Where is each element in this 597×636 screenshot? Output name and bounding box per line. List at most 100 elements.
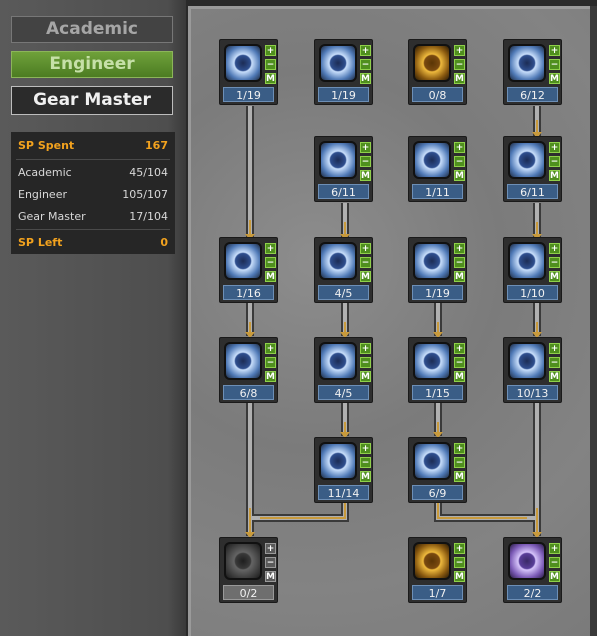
skill-max-button[interactable]: M bbox=[454, 170, 465, 181]
skill-plus-button[interactable]: + bbox=[360, 343, 371, 354]
skill-minus-button[interactable]: − bbox=[265, 357, 276, 368]
skill-node[interactable]: + − M 1/7 bbox=[408, 537, 467, 603]
skill-icon[interactable] bbox=[224, 542, 262, 580]
skill-plus-button[interactable]: + bbox=[454, 142, 465, 153]
skill-minus-button[interactable]: − bbox=[265, 557, 276, 568]
skill-plus-button[interactable]: + bbox=[549, 243, 560, 254]
skill-node[interactable]: + − M 1/15 bbox=[408, 337, 467, 403]
skill-max-button[interactable]: M bbox=[360, 271, 371, 282]
skill-node[interactable]: + − M 6/9 bbox=[408, 437, 467, 503]
skill-node[interactable]: + − M 6/11 bbox=[503, 136, 562, 202]
skill-plus-button[interactable]: + bbox=[549, 343, 560, 354]
skill-icon[interactable] bbox=[508, 542, 546, 580]
skill-icon[interactable] bbox=[413, 44, 451, 82]
skill-plus-button[interactable]: + bbox=[454, 243, 465, 254]
skill-node[interactable]: + − M 10/13 bbox=[503, 337, 562, 403]
skill-minus-button[interactable]: − bbox=[549, 59, 560, 70]
skill-icon[interactable] bbox=[319, 342, 357, 380]
skill-icon[interactable] bbox=[413, 442, 451, 480]
skill-max-button[interactable]: M bbox=[549, 271, 560, 282]
skill-plus-button[interactable]: + bbox=[360, 142, 371, 153]
skill-minus-button[interactable]: − bbox=[454, 156, 465, 167]
skill-max-button[interactable]: M bbox=[549, 170, 560, 181]
skill-icon[interactable] bbox=[413, 342, 451, 380]
skill-max-button[interactable]: M bbox=[549, 571, 560, 582]
skill-minus-button[interactable]: − bbox=[454, 257, 465, 268]
skill-node[interactable]: + − M 0/8 bbox=[408, 39, 467, 105]
skill-node[interactable]: + − M 4/5 bbox=[314, 337, 373, 403]
skill-minus-button[interactable]: − bbox=[454, 457, 465, 468]
skill-max-button[interactable]: M bbox=[360, 471, 371, 482]
skill-icon[interactable] bbox=[319, 442, 357, 480]
skill-plus-button[interactable]: + bbox=[360, 45, 371, 56]
skill-plus-button[interactable]: + bbox=[265, 343, 276, 354]
skill-max-button[interactable]: M bbox=[360, 170, 371, 181]
skill-icon[interactable] bbox=[413, 141, 451, 179]
skill-node[interactable]: + − M 4/5 bbox=[314, 237, 373, 303]
skill-max-button[interactable]: M bbox=[549, 371, 560, 382]
skill-minus-button[interactable]: − bbox=[549, 156, 560, 167]
skill-max-button[interactable]: M bbox=[454, 271, 465, 282]
skill-max-button[interactable]: M bbox=[265, 73, 276, 84]
skill-plus-button[interactable]: + bbox=[549, 45, 560, 56]
skill-max-button[interactable]: M bbox=[265, 371, 276, 382]
skill-max-button[interactable]: M bbox=[360, 73, 371, 84]
skill-plus-button[interactable]: + bbox=[549, 543, 560, 554]
skill-icon[interactable] bbox=[319, 141, 357, 179]
skill-minus-button[interactable]: − bbox=[360, 257, 371, 268]
skill-plus-button[interactable]: + bbox=[454, 343, 465, 354]
skill-minus-button[interactable]: − bbox=[454, 59, 465, 70]
skill-max-button[interactable]: M bbox=[454, 571, 465, 582]
skill-icon[interactable] bbox=[413, 542, 451, 580]
skill-plus-button[interactable]: + bbox=[549, 142, 560, 153]
skill-node[interactable]: + − M 1/11 bbox=[408, 136, 467, 202]
skill-icon[interactable] bbox=[319, 44, 357, 82]
skill-icon[interactable] bbox=[508, 342, 546, 380]
skill-icon[interactable] bbox=[224, 44, 262, 82]
skill-plus-button[interactable]: + bbox=[454, 443, 465, 454]
skill-max-button[interactable]: M bbox=[454, 371, 465, 382]
skill-max-button[interactable]: M bbox=[265, 571, 276, 582]
skill-minus-button[interactable]: − bbox=[454, 357, 465, 368]
skill-minus-button[interactable]: − bbox=[265, 257, 276, 268]
skill-minus-button[interactable]: − bbox=[549, 557, 560, 568]
skill-minus-button[interactable]: − bbox=[360, 156, 371, 167]
skill-plus-button[interactable]: + bbox=[454, 45, 465, 56]
skill-icon[interactable] bbox=[224, 242, 262, 280]
skill-minus-button[interactable]: − bbox=[549, 257, 560, 268]
skill-plus-button[interactable]: + bbox=[265, 45, 276, 56]
skill-max-button[interactable]: M bbox=[265, 271, 276, 282]
skill-icon[interactable] bbox=[413, 242, 451, 280]
skill-plus-button[interactable]: + bbox=[265, 543, 276, 554]
skill-node[interactable]: + − M 1/16 bbox=[219, 237, 278, 303]
skill-max-button[interactable]: M bbox=[360, 371, 371, 382]
skill-node[interactable]: + − M 0/2 bbox=[219, 537, 278, 603]
skill-node[interactable]: + − M 1/19 bbox=[408, 237, 467, 303]
skill-icon[interactable] bbox=[508, 141, 546, 179]
skill-minus-button[interactable]: − bbox=[360, 457, 371, 468]
skill-max-button[interactable]: M bbox=[454, 73, 465, 84]
skill-icon[interactable] bbox=[508, 242, 546, 280]
skill-plus-button[interactable]: + bbox=[454, 543, 465, 554]
skill-node[interactable]: + − M 1/19 bbox=[314, 39, 373, 105]
skill-plus-button[interactable]: + bbox=[360, 243, 371, 254]
skill-minus-button[interactable]: − bbox=[549, 357, 560, 368]
skill-node[interactable]: + − M 2/2 bbox=[503, 537, 562, 603]
skill-max-button[interactable]: M bbox=[454, 471, 465, 482]
skill-node[interactable]: + − M 6/11 bbox=[314, 136, 373, 202]
skill-plus-button[interactable]: + bbox=[360, 443, 371, 454]
skill-minus-button[interactable]: − bbox=[454, 557, 465, 568]
skill-icon[interactable] bbox=[224, 342, 262, 380]
skill-minus-button[interactable]: − bbox=[360, 357, 371, 368]
skill-plus-button[interactable]: + bbox=[265, 243, 276, 254]
skill-node[interactable]: + − M 1/10 bbox=[503, 237, 562, 303]
skill-node[interactable]: + − M 6/12 bbox=[503, 39, 562, 105]
skill-minus-button[interactable]: − bbox=[360, 59, 371, 70]
skill-minus-button[interactable]: − bbox=[265, 59, 276, 70]
skill-node[interactable]: + − M 6/8 bbox=[219, 337, 278, 403]
skill-icon[interactable] bbox=[319, 242, 357, 280]
skill-node[interactable]: + − M 11/14 bbox=[314, 437, 373, 503]
skill-max-button[interactable]: M bbox=[549, 73, 560, 84]
skill-node[interactable]: + − M 1/19 bbox=[219, 39, 278, 105]
skill-icon[interactable] bbox=[508, 44, 546, 82]
